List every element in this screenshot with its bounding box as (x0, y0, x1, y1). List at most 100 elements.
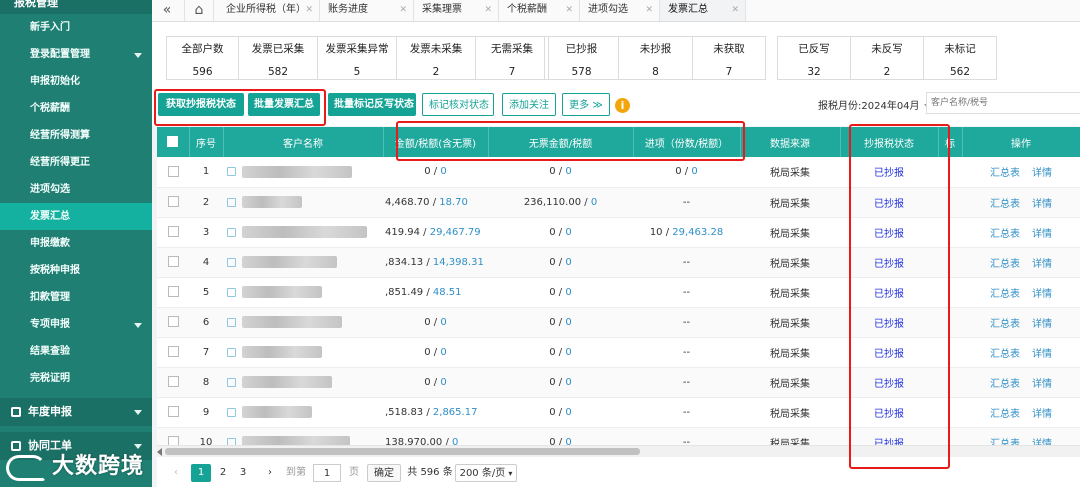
customer-name-cell[interactable] (223, 367, 383, 398)
page-button[interactable]: 1 (191, 464, 211, 482)
stat-cell[interactable]: 全部户数 596 (167, 37, 239, 79)
edit-icon[interactable] (227, 407, 236, 417)
table-row[interactable]: 8 0 / 00 / 0 -- 税局采集 已抄报 汇总表 详情 (157, 367, 1080, 398)
next-page-button[interactable]: › (263, 464, 277, 482)
fetch-status-button[interactable]: 获取抄报税状态 (158, 93, 244, 116)
status-cell[interactable]: 已抄报 (840, 307, 938, 338)
row-checkbox[interactable] (157, 247, 189, 278)
summary-link[interactable]: 汇总表 (990, 409, 1020, 420)
status-cell[interactable]: 已抄报 (840, 367, 938, 398)
prev-page-button[interactable]: ‹ (169, 464, 183, 482)
table-row[interactable]: 10 138,970.00 / 00 / 0 -- 税局采集 已抄报 汇总表 详情 (157, 427, 1080, 445)
table-row[interactable]: 4 ,834.13 / 14,398.31 0 / 0 -- 税局采集 已抄报 汇总表 详情 (157, 247, 1080, 278)
scroll-left-icon[interactable] (157, 448, 162, 456)
tab[interactable]: 进项勾选 ✕ (580, 0, 660, 21)
sidebar-section-annual[interactable]: 年度申报 (0, 398, 152, 426)
sidebar-item[interactable]: 扣款管理 (0, 284, 152, 311)
tab[interactable]: 企业所得税（年） ✕ (218, 0, 320, 21)
customer-name-cell[interactable] (223, 307, 383, 338)
stat-cell[interactable]: 未抄报 8 (619, 37, 693, 79)
stat-cell[interactable]: 发票未采集 2 (397, 37, 476, 79)
sidebar-item[interactable]: 经营所得测算 (0, 122, 152, 149)
customer-name-cell[interactable] (223, 217, 383, 248)
table-row[interactable]: 2 4,468.70 / 18.70 236,110.00 / 0 -- 税局采集 已抄报… (157, 187, 1080, 218)
close-icon[interactable]: ✕ (399, 0, 407, 20)
search-input[interactable] (926, 92, 1080, 114)
close-icon[interactable]: ✕ (645, 0, 653, 20)
row-checkbox[interactable] (157, 217, 189, 248)
status-cell[interactable]: 已抄报 (840, 277, 938, 308)
status-cell[interactable]: 已抄报 (840, 247, 938, 278)
customer-name-cell[interactable] (223, 277, 383, 308)
status-cell[interactable]: 已抄报 (840, 397, 938, 428)
sidebar-item[interactable]: 按税种申报 (0, 257, 152, 284)
customer-name-cell[interactable] (223, 337, 383, 368)
close-icon[interactable]: ✕ (565, 0, 573, 20)
sidebar-item[interactable]: 专项申报 (0, 311, 152, 338)
edit-icon[interactable] (227, 347, 236, 357)
row-checkbox[interactable] (157, 277, 189, 308)
page-button[interactable]: 3 (235, 464, 251, 482)
tab[interactable]: 个税薪酬 ✕ (499, 0, 580, 21)
status-cell[interactable]: 已抄报 (840, 187, 938, 218)
stat-cell[interactable]: 已反写 32 (778, 37, 851, 79)
stat-cell[interactable]: 发票已采集 582 (239, 37, 318, 79)
tab[interactable]: 采集理票 ✕ (414, 0, 499, 21)
info-icon[interactable]: i (615, 98, 630, 113)
status-cell[interactable]: 已抄报 (840, 427, 938, 445)
detail-link[interactable]: 详情 (1032, 199, 1052, 210)
sidebar-item[interactable]: 登录配置管理 (0, 41, 152, 68)
customer-name-cell[interactable] (223, 187, 383, 218)
summary-link[interactable]: 汇总表 (990, 199, 1020, 210)
detail-link[interactable]: 详情 (1032, 229, 1052, 240)
summary-link[interactable]: 汇总表 (990, 319, 1020, 330)
edit-icon[interactable] (227, 197, 236, 207)
edit-icon[interactable] (227, 317, 236, 327)
sidebar-item[interactable]: 个税薪酬 (0, 95, 152, 122)
detail-link[interactable]: 详情 (1032, 409, 1052, 420)
summary-link[interactable]: 汇总表 (990, 259, 1020, 270)
batch-summary-button[interactable]: 批量发票汇总 (248, 93, 320, 116)
sidebar-item[interactable]: 进项勾选 (0, 176, 152, 203)
stat-cell[interactable]: 未标记 562 (924, 37, 996, 79)
row-checkbox[interactable] (157, 157, 189, 188)
row-checkbox[interactable] (157, 307, 189, 338)
detail-link[interactable]: 详情 (1032, 168, 1052, 179)
status-cell[interactable]: 已抄报 (840, 217, 938, 248)
edit-icon[interactable] (227, 167, 236, 177)
sidebar-item[interactable]: 经营所得更正 (0, 149, 152, 176)
stat-cell[interactable]: 未获取 7 (693, 37, 765, 79)
customer-name-cell[interactable] (223, 427, 383, 445)
status-cell[interactable]: 已抄报 (840, 157, 938, 188)
edit-icon[interactable] (227, 227, 236, 237)
sidebar-item[interactable]: 申报缴款 (0, 230, 152, 257)
sidebar-item[interactable]: 申报初始化 (0, 68, 152, 95)
detail-link[interactable]: 详情 (1032, 379, 1052, 390)
detail-link[interactable]: 详情 (1032, 319, 1052, 330)
edit-icon[interactable] (227, 257, 236, 267)
close-icon[interactable]: ✕ (484, 0, 492, 20)
select-all-checkbox[interactable] (157, 127, 190, 157)
summary-link[interactable]: 汇总表 (990, 379, 1020, 390)
sidebar-item[interactable]: 发票汇总 (0, 203, 152, 230)
detail-link[interactable]: 详情 (1032, 289, 1052, 300)
table-row[interactable]: 6 0 / 00 / 0 -- 税局采集 已抄报 汇总表 详情 (157, 307, 1080, 338)
tab[interactable]: 账务进度 ✕ (320, 0, 414, 21)
customer-name-cell[interactable] (223, 157, 383, 188)
sidebar-item[interactable]: 新手入门 (0, 14, 152, 41)
summary-link[interactable]: 汇总表 (990, 229, 1020, 240)
mark-check-button[interactable]: 标记核对状态 (422, 93, 494, 116)
summary-link[interactable]: 汇总表 (990, 349, 1020, 360)
table-row[interactable]: 3 419.94 / 29,467.79 0 / 0 10 / 29,463.28 税局… (157, 217, 1080, 248)
edit-icon[interactable] (227, 437, 236, 445)
home-icon[interactable]: ⌂ (184, 0, 214, 21)
summary-link[interactable]: 汇总表 (990, 289, 1020, 300)
detail-link[interactable]: 详情 (1032, 349, 1052, 360)
detail-link[interactable]: 详情 (1032, 259, 1052, 270)
close-icon[interactable]: ✕ (731, 0, 739, 20)
customer-name-cell[interactable] (223, 397, 383, 428)
row-checkbox[interactable] (157, 337, 189, 368)
table-row[interactable]: 7 0 / 00 / 0 -- 税局采集 已抄报 汇总表 详情 (157, 337, 1080, 368)
row-checkbox[interactable] (157, 427, 189, 445)
add-follow-button[interactable]: 添加关注 (502, 93, 556, 116)
